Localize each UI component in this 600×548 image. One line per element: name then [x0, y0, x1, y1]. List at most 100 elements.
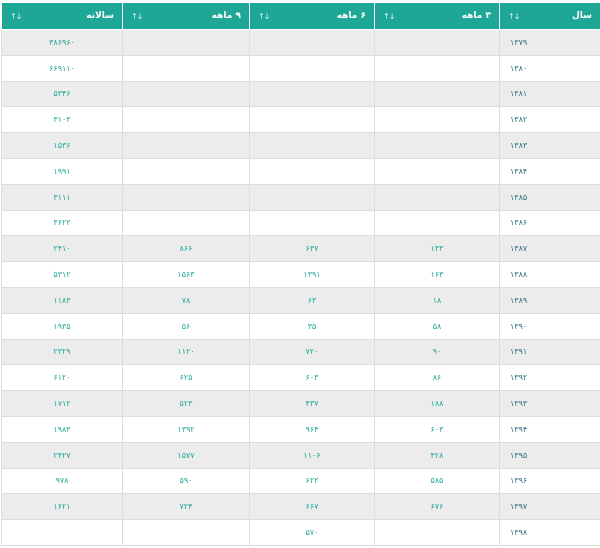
- sort-arrows-icon[interactable]: ↓↑: [508, 12, 520, 21]
- cell-q9: ۱۵۷۷: [122, 441, 250, 469]
- table-row: ۱۳۸۴ ۱۹۹۱: [1, 157, 600, 185]
- table-row: ۱۳۹۳ ۱۸۸ ۴۳۷ ۵۲۳ ۱۷۱۲: [1, 390, 600, 417]
- cell-annual: ۳۱۱۱: [1, 183, 123, 211]
- cell-q6: ۶۰۳: [249, 364, 375, 392]
- cell-q6: ۶۳۷: [249, 235, 375, 263]
- cell-q3: ۸۶: [374, 364, 500, 392]
- cell-annual: ۲۳۲۹: [1, 338, 123, 366]
- table-row: ۱۳۸۲ ۳۱۰۳: [1, 106, 600, 134]
- cell-q6: ۴۳۷: [249, 390, 375, 417]
- cell-q9: ۸۶۶: [122, 235, 250, 263]
- table-row: ۱۳۹۶ ۵۸۵ ۶۲۲ ۵۹۰ ۹۷۸: [1, 467, 600, 495]
- cell-year: ۱۳۸۲: [499, 106, 600, 134]
- cell-q9: ۱۳۹۲: [122, 415, 250, 443]
- table-row: ۱۳۸۳ ۱۵۳۶: [1, 132, 600, 159]
- cell-q6: ۹۶۴: [249, 415, 375, 443]
- cell-annual: ۳۶۲۲: [1, 209, 123, 237]
- table-row: ۱۳۹۱ ۹۰ ۷۲۰ ۱۱۲۰ ۲۳۲۹: [1, 338, 600, 366]
- cell-q6: [249, 80, 375, 108]
- cell-annual: ۳۸۶۹۶۰: [1, 29, 123, 56]
- header-q3[interactable]: ۳ ماهه ↓↑: [374, 2, 500, 30]
- header-annual[interactable]: سالانه ↓↑: [1, 2, 123, 30]
- cell-q6: ۶۳: [249, 286, 375, 314]
- cell-q9: [122, 80, 250, 108]
- cell-year: ۱۳۸۰: [499, 54, 600, 82]
- cell-year: ۱۳۸۹: [499, 286, 600, 314]
- cell-annual: ۱۵۳۶: [1, 132, 123, 159]
- table-row: ۱۳۷۹ ۳۸۶۹۶۰: [1, 29, 600, 56]
- header-q6[interactable]: ۶ ماهه ↓↑: [249, 2, 375, 30]
- cell-year: ۱۳۹۰: [499, 312, 600, 340]
- cell-q3: ۱۳۳: [374, 235, 500, 263]
- cell-q6: [249, 157, 375, 185]
- cell-annual: ۶۱۲۰: [1, 364, 123, 392]
- cell-q3: [374, 132, 500, 159]
- table-row: ۱۳۹۸ ۵۷۰: [1, 519, 600, 546]
- table-row: ۱۳۹۷ ۶۷۶ ۶۶۷ ۷۲۴ ۱۶۲۱: [1, 493, 600, 521]
- cell-q6: [249, 106, 375, 134]
- cell-year: ۱۳۹۴: [499, 415, 600, 443]
- cell-annual: ۵۳۴۶: [1, 80, 123, 108]
- table-row: ۱۳۸۷ ۱۳۳ ۶۳۷ ۸۶۶ ۲۴۱۰: [1, 235, 600, 263]
- table-body: ۱۳۷۹ ۳۸۶۹۶۰ ۱۳۸۰ ۶۶۹۱۱۰ ۱۳۸۱ ۵۳۴۶ ۱۳۸۲ ۳۱۰۳ ۱۳۸۳…: [1, 29, 600, 546]
- cell-year: ۱۳۹۷: [499, 493, 600, 521]
- cell-q3: [374, 519, 500, 546]
- cell-q9: [122, 183, 250, 211]
- cell-q3: ۱۸: [374, 286, 500, 314]
- cell-year: ۱۳۹۸: [499, 519, 600, 546]
- cell-q3: [374, 29, 500, 56]
- cell-q6: [249, 183, 375, 211]
- cell-q3: [374, 106, 500, 134]
- header-q9[interactable]: ۹ ماهه ↓↑: [122, 2, 250, 30]
- cell-year: ۱۳۸۱: [499, 80, 600, 108]
- cell-q3: ۱۶۳: [374, 261, 500, 288]
- cell-annual: ۹۷۸: [1, 467, 123, 495]
- data-table: سال ↓↑ ۳ ماهه ↓↑ ۶ ماهه ↓↑ ۹ ماهه ↓↑ سال…: [1, 2, 600, 546]
- sort-arrows-icon[interactable]: ↓↑: [383, 12, 395, 21]
- sort-arrows-icon[interactable]: ↓↑: [131, 12, 143, 21]
- cell-q9: ۵۹۰: [122, 467, 250, 495]
- header-q9-label: ۹ ماهه: [211, 11, 241, 21]
- cell-year: ۱۳۹۵: [499, 441, 600, 469]
- cell-annual: ۱۹۳۵: [1, 312, 123, 340]
- cell-q3: ۱۸۸: [374, 390, 500, 417]
- cell-year: ۱۳۸۷: [499, 235, 600, 263]
- cell-q3: [374, 80, 500, 108]
- cell-q9: ۷۸: [122, 286, 250, 314]
- cell-q9: ۵۶: [122, 312, 250, 340]
- cell-q6: ۳۵: [249, 312, 375, 340]
- cell-q3: ۵۸۵: [374, 467, 500, 495]
- cell-q3: ۶۰۳: [374, 415, 500, 443]
- cell-annual: [1, 519, 123, 546]
- cell-q9: [122, 106, 250, 134]
- cell-annual: ۱۹۹۱: [1, 157, 123, 185]
- cell-q6: ۶۶۷: [249, 493, 375, 521]
- cell-year: ۱۳۹۱: [499, 338, 600, 366]
- table-row: ۱۳۸۶ ۳۶۲۲: [1, 209, 600, 237]
- cell-year: ۱۳۹۳: [499, 390, 600, 417]
- cell-q6: ۶۲۲: [249, 467, 375, 495]
- cell-q3: [374, 209, 500, 237]
- cell-q9: ۶۲۵: [122, 364, 250, 392]
- cell-q9: ۱۵۶۳: [122, 261, 250, 288]
- cell-q9: [122, 519, 250, 546]
- cell-annual: ۵۳۱۲: [1, 261, 123, 288]
- cell-q3: ۴۲۸: [374, 441, 500, 469]
- cell-year: ۱۳۸۳: [499, 132, 600, 159]
- cell-q6: ۷۲۰: [249, 338, 375, 366]
- cell-q9: [122, 209, 250, 237]
- cell-q3: ۵۸: [374, 312, 500, 340]
- cell-year: ۱۳۸۶: [499, 209, 600, 237]
- cell-q3: ۶۷۶: [374, 493, 500, 521]
- header-year-label: سال: [571, 11, 592, 21]
- cell-q9: [122, 157, 250, 185]
- header-q6-label: ۶ ماهه: [336, 11, 366, 21]
- cell-q6: [249, 54, 375, 82]
- header-year[interactable]: سال ↓↑: [499, 2, 600, 30]
- cell-annual: ۲۴۲۷: [1, 441, 123, 469]
- table-row: ۱۳۹۴ ۶۰۳ ۹۶۴ ۱۳۹۲ ۱۹۸۳: [1, 415, 600, 443]
- table-row: ۱۳۸۹ ۱۸ ۶۳ ۷۸ ۱۱۸۳: [1, 286, 600, 314]
- sort-arrows-icon[interactable]: ↓↑: [10, 12, 22, 21]
- cell-q3: ۹۰: [374, 338, 500, 366]
- sort-arrows-icon[interactable]: ↓↑: [258, 12, 270, 21]
